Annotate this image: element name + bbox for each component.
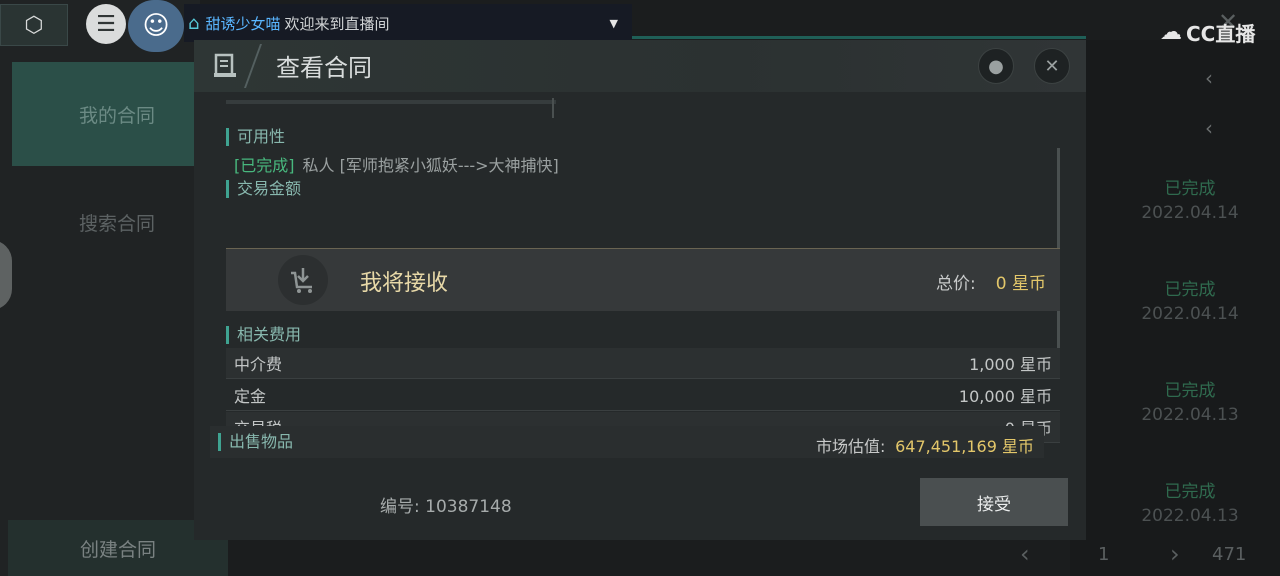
total-value: 0 星币	[995, 274, 1046, 294]
page-number: 1	[1098, 543, 1110, 565]
close-icon: ✕	[1044, 55, 1060, 77]
cart-download-icon	[278, 255, 328, 305]
date-text: 2022.04.13	[1141, 506, 1239, 526]
fee-row: 中介费 1,000 星币	[226, 348, 1060, 379]
receive-text: 我将接收	[360, 271, 449, 296]
menu-icon: ☰	[96, 11, 116, 37]
avatar[interactable]: ☺	[128, 0, 184, 52]
market-value: 647,451,169 星币	[895, 437, 1034, 456]
sell-items-bar[interactable]: 出售物品 市场估值: 647,451,169 星币	[210, 426, 1044, 458]
status-text: 已完成	[1164, 179, 1216, 199]
chevron-left-icon: ‹	[1020, 540, 1030, 568]
date-text: 2022.04.13	[1141, 405, 1239, 425]
availability-text: 私人 [军师抱紧小狐妖--->大神捕快]	[302, 156, 559, 175]
chevron-right-icon: ›	[1170, 540, 1180, 568]
dialog-content[interactable]: 可用性 [已完成] 私人 [军师抱紧小狐妖--->大神捕快] 交易金额 我将接收 …	[210, 92, 1070, 458]
date-text: 2022.04.14	[1141, 304, 1239, 324]
amount-label: 交易金额	[226, 180, 301, 198]
tab-search-contracts[interactable]: 搜索合同	[12, 170, 222, 274]
header-divider	[243, 44, 281, 88]
status-text: 已完成	[1164, 381, 1216, 401]
contract-number: 编号: 10387148	[380, 497, 512, 517]
chevron-left-icon[interactable]: ‹	[1205, 116, 1225, 140]
cloud-icon: ☁	[1160, 20, 1182, 45]
fee-value: 1,000 星币	[969, 355, 1052, 374]
person-icon: ●	[988, 55, 1004, 77]
market-label: 市场估值:	[816, 437, 886, 456]
close-button[interactable]: ✕	[1034, 48, 1070, 84]
list-item[interactable]: 已完成 2022.04.14	[1100, 174, 1280, 223]
status-text: 已完成	[1164, 280, 1216, 300]
accept-button[interactable]: 接受	[920, 478, 1068, 526]
chevron-left-icon[interactable]: ‹	[1205, 66, 1225, 90]
availability-label: 可用性	[226, 128, 285, 146]
chat-nickname: 甜诱少女喵	[205, 14, 281, 33]
chat-message: 欢迎来到直播间	[284, 14, 390, 33]
chat-banner[interactable]: ⌂ 甜诱少女喵 欢迎来到直播间 ▼	[184, 4, 632, 42]
sell-items-label: 出售物品	[218, 433, 293, 451]
fee-value: 10,000 星币	[958, 387, 1052, 406]
list-item[interactable]: 已完成 2022.04.14	[1100, 275, 1280, 324]
progress-bar	[226, 100, 556, 104]
tab-my-contracts[interactable]: 我的合同	[12, 62, 222, 166]
dropdown-icon[interactable]: ▼	[610, 17, 618, 30]
menu-button[interactable]: ☰	[86, 4, 126, 44]
dialog-header: 查看合同 ● ✕	[194, 40, 1086, 92]
total-label: 总价:	[936, 274, 976, 294]
status-badge: [已完成]	[234, 156, 295, 175]
date-text: 2022.04.14	[1141, 203, 1239, 223]
platform-logo: ☁ CC直播	[1160, 20, 1256, 46]
list-item[interactable]: 已完成 2022.04.13	[1100, 477, 1280, 526]
status-text: 已完成	[1164, 482, 1216, 502]
face-icon: ☺	[142, 11, 170, 41]
availability-line: [已完成] 私人 [军师抱紧小狐妖--->大神捕快]	[234, 152, 559, 176]
page-total: 471	[1212, 543, 1247, 565]
fees-label: 相关费用	[226, 326, 301, 344]
divider	[632, 36, 1086, 39]
fee-name: 中介费	[234, 355, 283, 374]
receive-panel: 我将接收 总价: 0 星币	[226, 248, 1060, 311]
divider	[552, 98, 554, 118]
cube-icon: ⬡	[24, 12, 44, 38]
next-page-button[interactable]: ›	[1170, 532, 1180, 576]
house-icon: ⌂	[188, 12, 200, 34]
document-icon	[208, 50, 242, 82]
fee-row: 定金 10,000 星币	[226, 380, 1060, 411]
fee-name: 定金	[234, 387, 267, 406]
dialog-title: 查看合同	[276, 54, 372, 82]
list-item[interactable]: 已完成 2022.04.13	[1100, 376, 1280, 425]
cube-button[interactable]: ⬡	[0, 4, 68, 46]
profile-button[interactable]: ●	[978, 48, 1014, 84]
contract-dialog: 查看合同 ● ✕ 可用性 [已完成] 私人 [军师抱紧小狐妖--->大神捕快] 交…	[194, 40, 1086, 540]
